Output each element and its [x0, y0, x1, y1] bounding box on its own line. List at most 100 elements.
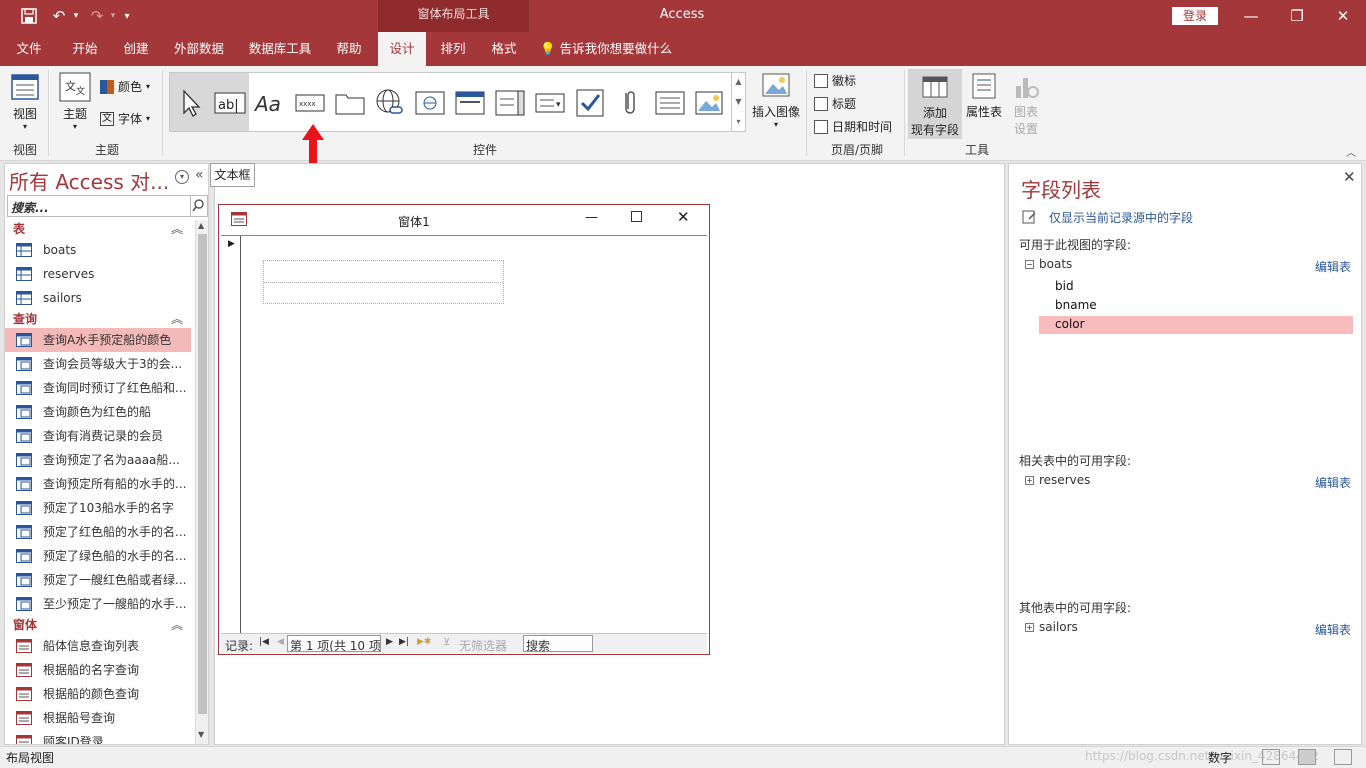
nav-item-query[interactable]: 查询有消费记录的会员 [5, 424, 191, 448]
close-button[interactable]: ✕ [1328, 4, 1358, 28]
collapse-ribbon-icon[interactable]: ︿ [1346, 144, 1356, 159]
view-button[interactable]: 视图 ▾ [6, 72, 44, 136]
add-existing-fields-button[interactable]: 添加 现有字段 [908, 69, 962, 139]
select-pointer-icon[interactable] [176, 87, 208, 119]
nav-item-table[interactable]: boats [5, 238, 191, 262]
nav-scrollbar[interactable]: ▲ ▼ [195, 220, 208, 744]
label-control-icon[interactable]: Aa [254, 87, 286, 119]
checkbox-control-icon[interactable] [574, 87, 606, 119]
nav-item-table[interactable]: sailors [5, 286, 191, 310]
nav-section-queries[interactable]: 查询 ︽ [5, 310, 191, 328]
tab-format[interactable]: 格式 [481, 32, 527, 66]
scroll-up-icon[interactable]: ▲ [198, 221, 204, 230]
nav-search-button[interactable] [191, 195, 208, 217]
restore-button[interactable]: ❐ [1282, 4, 1312, 28]
nav-item-table[interactable]: reserves [5, 262, 191, 286]
save-icon[interactable] [18, 6, 40, 26]
nav-item-query[interactable]: 至少预定了一艘船的水手... [5, 592, 191, 616]
collapse-icon[interactable]: − [1025, 260, 1034, 269]
tab-external-data[interactable]: 外部数据 [166, 32, 232, 66]
nav-item-query[interactable]: 预定了一艘红色船或者绿... [5, 568, 191, 592]
image-control-icon[interactable] [694, 87, 726, 119]
fonts-button[interactable]: 文 字体 ▾ [100, 110, 150, 127]
record-search-input[interactable]: 搜索 [523, 635, 593, 653]
logo-button[interactable]: 徽标 [814, 72, 856, 89]
form-maximize-button[interactable] [631, 211, 642, 222]
tab-home[interactable]: 开始 [62, 32, 108, 66]
nav-item-form[interactable]: 根据船号查询 [5, 706, 191, 730]
nav-scrollbar-thumb[interactable] [198, 234, 207, 714]
expand-icon[interactable]: + [1025, 623, 1034, 632]
close-icon[interactable]: ✕ [1343, 168, 1356, 186]
login-button[interactable]: 登录 [1172, 7, 1218, 25]
nav-item-query[interactable]: 预定了103船水手的名字 [5, 496, 191, 520]
nav-search-input[interactable]: 搜索... [7, 195, 191, 217]
form-minimize-button[interactable]: — [585, 210, 598, 225]
button-control-icon[interactable]: xxxx [294, 87, 326, 119]
form-view-button[interactable] [1262, 749, 1280, 765]
related-table-name[interactable]: reserves [1039, 473, 1090, 487]
gallery-more-icon[interactable]: ▾ [731, 112, 745, 132]
nav-collapse-icon[interactable]: « [195, 167, 204, 183]
nav-item-query[interactable]: 查询颜色为红色的船 [5, 400, 191, 424]
first-record-icon[interactable]: |◀ [259, 637, 269, 647]
title-button[interactable]: 标题 [814, 95, 856, 112]
field-table-name[interactable]: boats [1039, 257, 1072, 271]
new-record-icon[interactable]: ▶✱ [417, 637, 431, 647]
gallery-scroll-up-icon[interactable]: ▲ [731, 72, 745, 92]
navigation-control-icon[interactable] [454, 87, 486, 119]
undo-icon[interactable]: ↶ [48, 6, 70, 26]
nav-section-forms[interactable]: 窗体 ︽ [5, 616, 191, 634]
nav-menu-dropdown-icon[interactable]: ▾ [175, 170, 189, 184]
prev-record-icon[interactable]: ◀ [277, 637, 284, 647]
colors-button[interactable]: 颜色 ▾ [100, 78, 150, 95]
nav-item-query[interactable]: 查询会员等级大于3的会... [5, 352, 191, 376]
tab-database-tools[interactable]: 数据库工具 [240, 32, 320, 66]
next-record-icon[interactable]: ▶ [386, 637, 393, 647]
nav-item-query[interactable]: 查询A水手预定船的颜色 [5, 328, 191, 352]
customize-quick-access-icon[interactable]: ▾ [120, 6, 134, 26]
field-item[interactable]: color [1055, 317, 1085, 331]
chart-settings-button[interactable]: 图表 设置 [1006, 72, 1046, 136]
form-close-button[interactable]: ✕ [677, 208, 690, 226]
no-filter-indicator[interactable]: 无筛选器 [459, 637, 507, 654]
nav-item-form[interactable]: 顾客ID登录 [5, 730, 191, 744]
nav-item-query[interactable]: 查询预定所有船的水手的... [5, 472, 191, 496]
nav-item-form[interactable]: 根据船的颜色查询 [5, 682, 191, 706]
layout-view-button[interactable] [1298, 749, 1316, 765]
tab-create[interactable]: 创建 [113, 32, 159, 66]
design-view-button[interactable] [1334, 749, 1352, 765]
show-current-source-fields-link[interactable]: 仅显示当前记录源中的字段 [1049, 209, 1193, 226]
empty-layout-placeholder[interactable] [263, 260, 504, 304]
property-sheet-button[interactable]: 属性表 [964, 72, 1004, 136]
attachment-control-icon[interactable] [614, 87, 646, 119]
undo-dropdown-icon[interactable]: ▾ [70, 6, 82, 26]
nav-item-query[interactable]: 预定了红色船的水手的名... [5, 520, 191, 544]
scroll-down-icon[interactable]: ▼ [198, 730, 204, 739]
nav-section-tables[interactable]: 表 ︽ [5, 220, 191, 238]
redo-dropdown-icon[interactable]: ▾ [108, 6, 118, 26]
tell-me-box[interactable]: 💡 告诉我你想要做什么 [540, 32, 672, 66]
nav-item-form[interactable]: 船体信息查询列表 [5, 634, 191, 658]
theme-button[interactable]: 文文 主题 ▾ [56, 72, 94, 136]
insert-image-button[interactable]: 插入图像 ▾ [750, 72, 802, 136]
tab-file[interactable]: 文件 [6, 32, 52, 66]
option-group-control-icon[interactable] [494, 87, 526, 119]
nav-item-query[interactable]: 预定了绿色船的水手的名... [5, 544, 191, 568]
hyperlink-control-icon[interactable] [374, 87, 406, 119]
last-record-icon[interactable]: ▶| [399, 637, 409, 647]
gallery-scroll-down-icon[interactable]: ▼ [731, 92, 745, 112]
nav-pane-title[interactable]: 所有 Access 对... [9, 166, 169, 195]
record-selector[interactable]: ▶ [221, 236, 241, 634]
textbox-control-icon[interactable]: ab| [214, 87, 246, 119]
nav-item-query[interactable]: 查询预定了名为aaaa船... [5, 448, 191, 472]
nav-item-form[interactable]: 根据船的名字查询 [5, 658, 191, 682]
edit-table-link[interactable]: 编辑表 [1315, 258, 1351, 275]
nav-item-query[interactable]: 查询同时预订了红色船和... [5, 376, 191, 400]
date-time-button[interactable]: 日期和时间 [814, 118, 892, 135]
tab-design[interactable]: 设计 [378, 32, 426, 66]
expand-icon[interactable]: + [1025, 476, 1034, 485]
tab-control-icon[interactable] [334, 87, 366, 119]
tab-arrange[interactable]: 排列 [430, 32, 476, 66]
web-browser-control-icon[interactable] [414, 87, 446, 119]
